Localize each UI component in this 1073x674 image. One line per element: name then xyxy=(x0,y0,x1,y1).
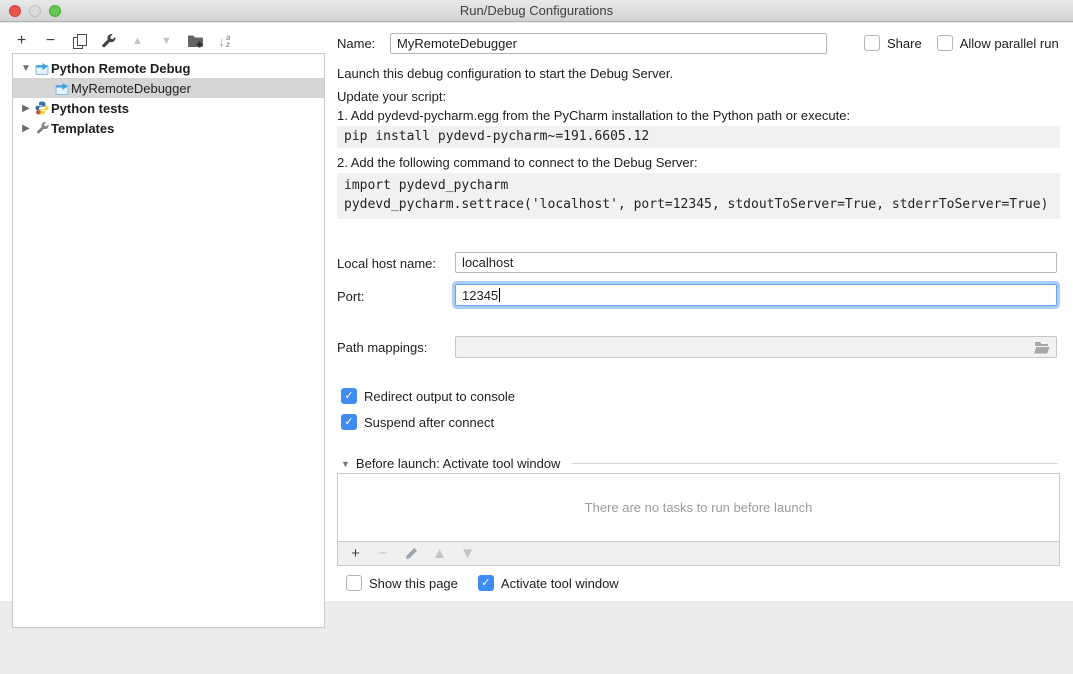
title-bar: Run/Debug Configurations xyxy=(0,0,1073,22)
move-task-down-button[interactable]: ▼ xyxy=(460,545,475,563)
move-up-button[interactable]: ▲ xyxy=(130,32,145,50)
edit-defaults-button[interactable] xyxy=(101,32,116,50)
redirect-output-label: Redirect output to console xyxy=(364,389,515,404)
section-divider xyxy=(572,463,1058,464)
suspend-after-connect-option: ✓ Suspend after connect xyxy=(341,414,494,430)
wrench-icon xyxy=(101,34,116,49)
tree-item-templates[interactable]: ▶ Templates xyxy=(13,118,324,138)
before-launch-title: Before launch: Activate tool window xyxy=(356,456,561,471)
sort-configurations-button[interactable]: ↓ az xyxy=(217,32,232,50)
local-host-input[interactable] xyxy=(455,252,1057,273)
share-option: Share Allow parallel run xyxy=(864,35,1059,51)
zoom-window-button[interactable] xyxy=(49,5,61,17)
tree-item-label: Python Remote Debug xyxy=(51,61,190,76)
collapsed-arrow-icon[interactable]: ▶ xyxy=(19,103,33,114)
browse-folder-button[interactable] xyxy=(1034,341,1050,354)
empty-task-message: There are no tasks to run before launch xyxy=(585,500,813,515)
templates-wrench-icon xyxy=(33,122,51,135)
settrace-code-line2: pydevd_pycharm.settrace('localhost', por… xyxy=(344,195,1053,214)
tree-item-label: Python tests xyxy=(51,101,129,116)
activate-tool-window-label: Activate tool window xyxy=(501,576,619,591)
pip-install-code: pip install pydevd-pycharm~=191.6605.12 xyxy=(344,128,1053,145)
open-folder-icon xyxy=(1034,341,1050,354)
expanded-arrow-icon[interactable]: ▼ xyxy=(19,63,33,74)
before-launch-task-list[interactable]: There are no tasks to run before launch xyxy=(337,473,1060,542)
new-folder-icon xyxy=(188,34,203,48)
sort-az-icon: ↓ az xyxy=(219,34,231,48)
task-list-toolbar: + − ▲ ▼ xyxy=(337,542,1060,566)
pencil-icon xyxy=(405,547,418,560)
redirect-output-checkbox[interactable]: ✓ xyxy=(341,388,357,404)
move-task-up-button[interactable]: ▲ xyxy=(432,545,447,563)
update-script-text: Update your script: xyxy=(337,89,446,104)
minimize-window-button xyxy=(29,5,41,17)
before-launch-header: ▼ Before launch: Activate tool window xyxy=(341,456,1058,471)
show-this-page-label: Show this page xyxy=(369,576,458,591)
remove-task-button[interactable]: − xyxy=(376,545,391,563)
pip-install-code-block: pip install pydevd-pycharm~=191.6605.12 xyxy=(337,126,1060,148)
tree-item-python-remote-debug[interactable]: ▼ Python Remote Debug xyxy=(13,58,324,78)
collapsed-arrow-icon[interactable]: ▶ xyxy=(19,123,33,134)
configurations-toolbar: + − ▲ ▼ ↓ az xyxy=(14,31,232,51)
path-mappings-input[interactable] xyxy=(455,336,1057,358)
port-label: Port: xyxy=(337,289,364,304)
show-this-page-checkbox[interactable] xyxy=(346,575,362,591)
suspend-after-connect-checkbox[interactable]: ✓ xyxy=(341,414,357,430)
collapse-section-icon[interactable]: ▼ xyxy=(341,459,350,469)
redirect-output-option: ✓ Redirect output to console xyxy=(341,388,515,404)
new-folder-button[interactable] xyxy=(188,32,203,50)
port-value: 12345 xyxy=(462,288,498,303)
port-input[interactable]: 12345 xyxy=(455,284,1057,306)
traffic-lights xyxy=(9,5,61,17)
window-title: Run/Debug Configurations xyxy=(0,0,1073,22)
configurations-tree: ▼ Python Remote Debug MyRemoteDebugger xyxy=(12,53,325,628)
activate-tool-window-checkbox[interactable]: ✓ xyxy=(478,575,494,591)
check-icon: ✓ xyxy=(344,391,353,402)
settrace-code-line1: import pydevd_pycharm xyxy=(344,176,1053,195)
path-mappings-label: Path mappings: xyxy=(337,340,427,355)
page-options: Show this page ✓ Activate tool window xyxy=(346,575,619,591)
move-down-button[interactable]: ▼ xyxy=(159,32,174,50)
edit-task-button[interactable] xyxy=(404,545,419,563)
share-label: Share xyxy=(887,36,922,51)
python-icon xyxy=(33,101,51,115)
name-label: Name: xyxy=(337,36,375,51)
tree-item-python-tests[interactable]: ▶ Python tests xyxy=(13,98,324,118)
share-checkbox[interactable] xyxy=(864,35,880,51)
check-icon: ✓ xyxy=(481,578,490,589)
text-caret xyxy=(499,288,500,302)
remove-configuration-button[interactable]: − xyxy=(43,32,58,50)
add-task-button[interactable]: + xyxy=(348,545,363,563)
add-configuration-button[interactable]: + xyxy=(14,32,29,50)
check-icon: ✓ xyxy=(344,417,353,428)
allow-parallel-run-label: Allow parallel run xyxy=(960,36,1059,51)
name-input[interactable] xyxy=(390,33,827,54)
step2-text: 2. Add the following command to connect … xyxy=(337,155,698,170)
suspend-after-connect-label: Suspend after connect xyxy=(364,415,494,430)
run-debug-configurations-dialog: Run/Debug Configurations + − ▲ ▼ ↓ az ▼ xyxy=(0,0,1073,674)
tree-item-label: Templates xyxy=(51,121,114,136)
tree-item-myremotedebugger[interactable]: MyRemoteDebugger xyxy=(13,78,324,98)
copy-configuration-button[interactable] xyxy=(72,32,87,50)
tree-item-label: MyRemoteDebugger xyxy=(71,81,191,96)
settrace-code-block: import pydevd_pycharm pydevd_pycharm.set… xyxy=(337,173,1060,219)
remote-debug-icon xyxy=(33,62,51,75)
copy-icon xyxy=(73,34,86,48)
allow-parallel-run-checkbox[interactable] xyxy=(937,35,953,51)
step1-text: 1. Add pydevd-pycharm.egg from the PyCha… xyxy=(337,108,850,123)
remote-debug-icon xyxy=(53,82,71,95)
local-host-label: Local host name: xyxy=(337,256,436,271)
intro-text: Launch this debug configuration to start… xyxy=(337,66,673,81)
close-window-button[interactable] xyxy=(9,5,21,17)
